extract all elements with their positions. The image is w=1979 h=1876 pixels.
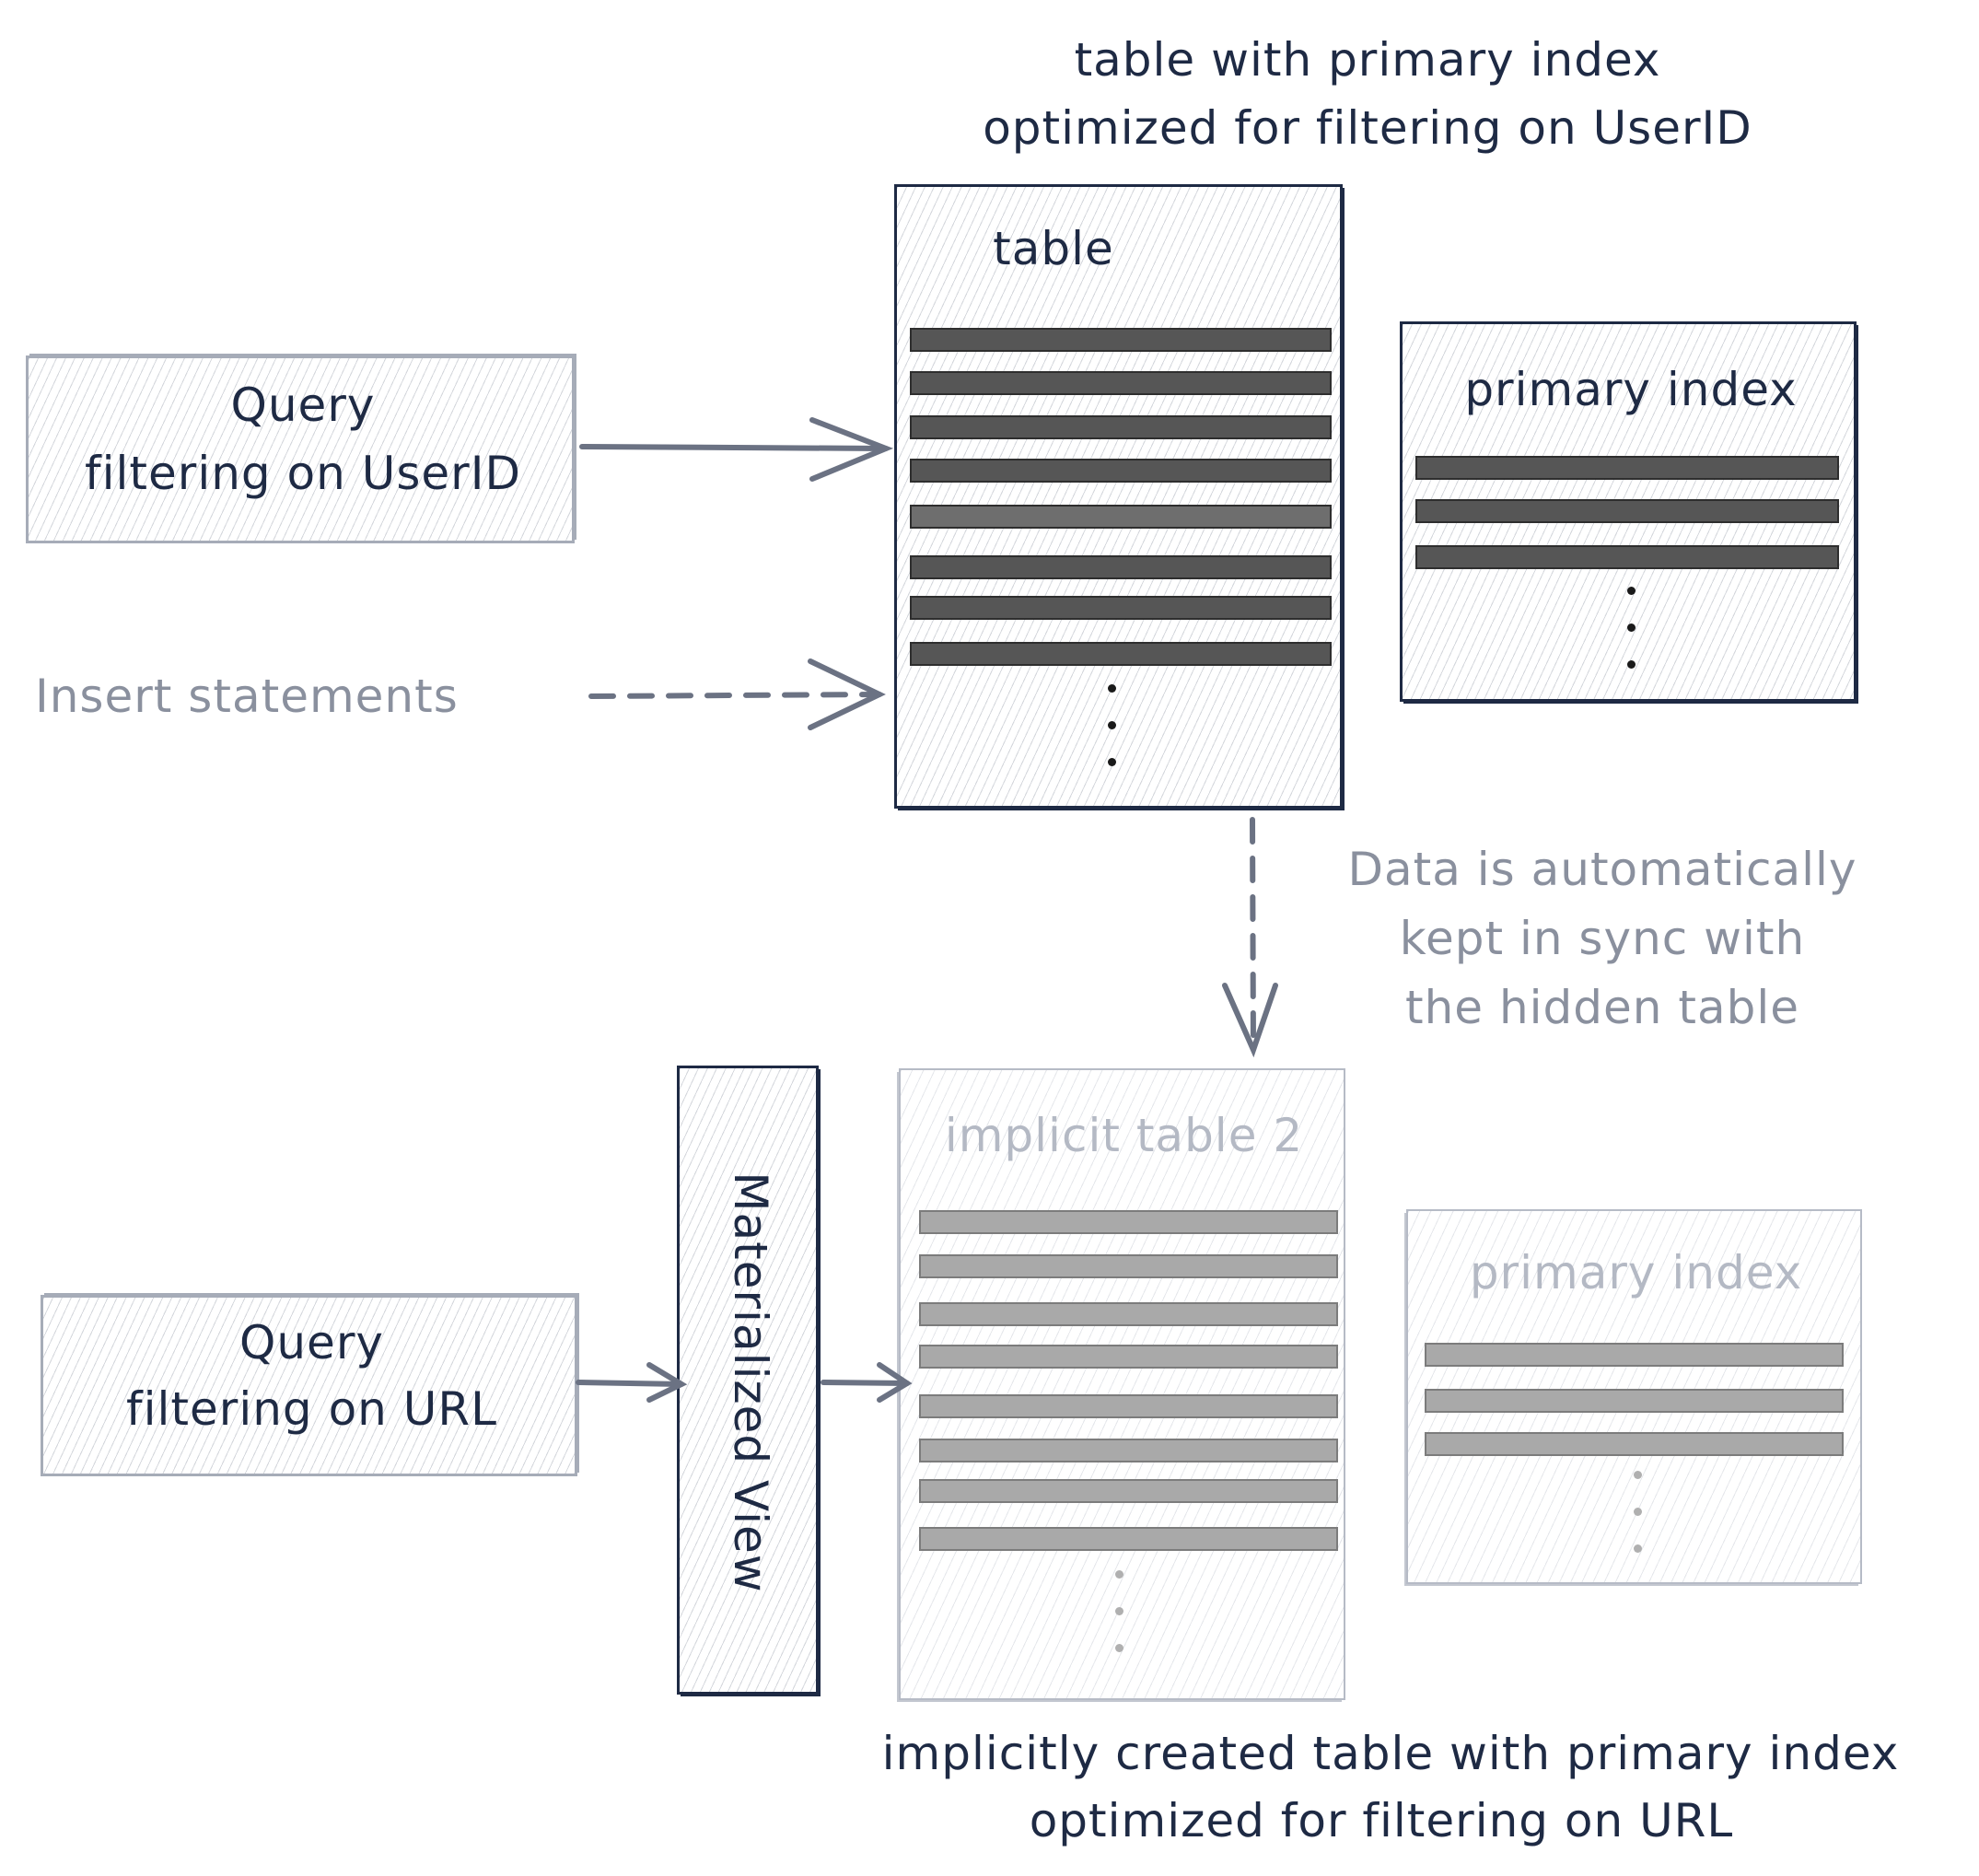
arrow-query-userid-to-table xyxy=(579,444,889,451)
arrow-query-url-to-mv xyxy=(576,1380,684,1387)
arrow-head xyxy=(1222,983,1278,1058)
arrow-mv-to-implicit-table xyxy=(821,1380,910,1386)
arrow-sync-vertical xyxy=(1250,817,1256,1053)
arrow-insert-to-table xyxy=(588,692,882,699)
arrows-layer xyxy=(576,417,1278,1403)
